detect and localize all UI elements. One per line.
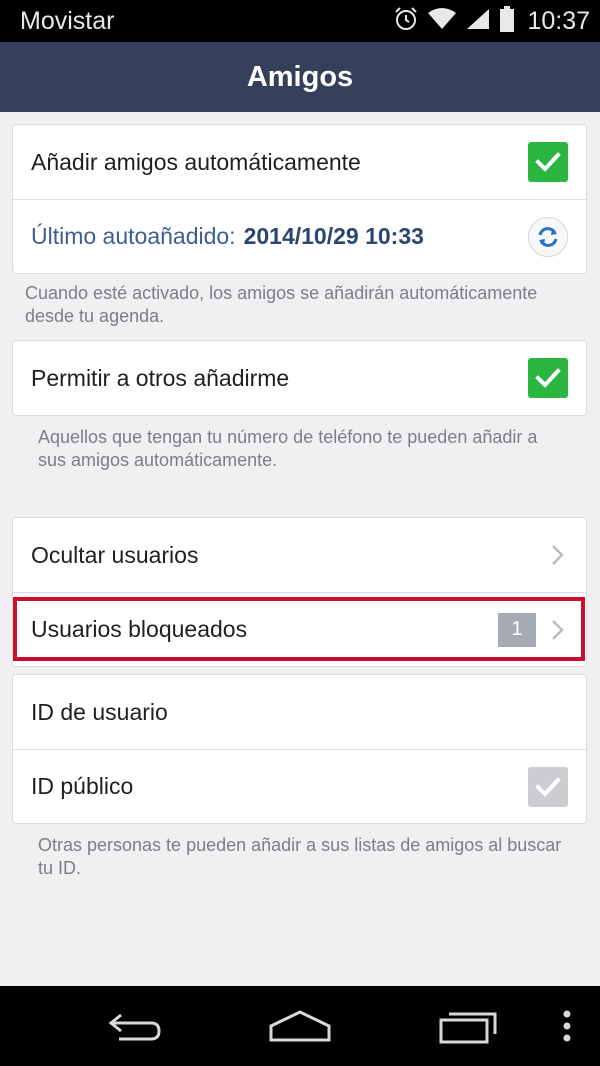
last-added-value: 2014/10/29 10:33 (243, 223, 424, 249)
wifi-icon (427, 7, 457, 36)
auto-add-card: Añadir amigos automáticamente Último aut… (12, 124, 587, 274)
hide-users-row[interactable]: Ocultar usuarios (13, 518, 586, 592)
hide-users-label: Ocultar usuarios (31, 541, 199, 568)
auto-add-label: Añadir amigos automáticamente (31, 148, 361, 175)
last-added-label: Último autoañadido: (31, 223, 236, 249)
blocked-users-row[interactable]: Usuarios bloqueados 1 (13, 592, 586, 666)
allow-others-checkbox[interactable] (528, 358, 568, 398)
navigation-bar (0, 986, 600, 1066)
public-id-hint: Otras personas te pueden añadir a sus li… (38, 835, 562, 878)
refresh-button[interactable] (528, 216, 568, 257)
users-card: Ocultar usuarios Usuarios bloqueados 1 (12, 517, 587, 667)
last-added-row: Último autoañadido: 2014/10/29 10:33 (13, 199, 586, 273)
public-id-checkbox[interactable] (528, 766, 568, 807)
allow-others-card: Permitir a otros añadirme (12, 340, 587, 416)
checkmark-icon (535, 152, 561, 172)
auto-add-row[interactable]: Añadir amigos automáticamente (13, 125, 586, 199)
recent-apps-icon[interactable] (428, 986, 508, 1066)
allow-others-label: Permitir a otros añadirme (31, 364, 290, 391)
chevron-right-icon (548, 618, 568, 642)
public-id-row[interactable]: ID público (13, 749, 586, 823)
blocked-users-label: Usuarios bloqueados (31, 616, 248, 642)
checkmark-icon (535, 368, 561, 388)
last-added-info: Último autoañadido: 2014/10/29 10:33 (31, 223, 528, 250)
settings-content: Añadir amigos automáticamente Último aut… (0, 112, 600, 986)
blocked-count-badge: 1 (498, 612, 536, 647)
user-id-row[interactable]: ID de usuario (13, 675, 586, 749)
allow-others-hint: Aquellos que tengan tu número de teléfon… (38, 427, 538, 470)
status-icons: 10:37 (393, 5, 590, 37)
alarm-icon (393, 6, 419, 37)
auto-add-hint: Cuando esté activado, los amigos se añad… (25, 283, 538, 326)
carrier-name: Movistar (20, 6, 115, 35)
signal-icon (465, 7, 491, 36)
page-title: Amigos (246, 60, 354, 93)
user-id-label: ID de usuario (31, 698, 168, 725)
id-card: ID de usuario ID público (12, 674, 587, 824)
allow-others-row[interactable]: Permitir a otros añadirme (13, 341, 586, 415)
overflow-menu-icon[interactable] (552, 986, 582, 1066)
home-icon[interactable] (260, 986, 340, 1066)
app-bar: Amigos (0, 42, 600, 112)
battery-icon (499, 5, 515, 37)
checkmark-icon (535, 776, 561, 797)
refresh-icon (538, 226, 558, 247)
back-icon[interactable] (95, 986, 175, 1066)
status-clock: 10:37 (527, 6, 590, 35)
auto-add-checkbox[interactable] (528, 142, 568, 182)
status-bar: Movistar 10:37 (0, 0, 600, 42)
public-id-label: ID público (31, 773, 134, 799)
chevron-right-icon (548, 543, 568, 567)
